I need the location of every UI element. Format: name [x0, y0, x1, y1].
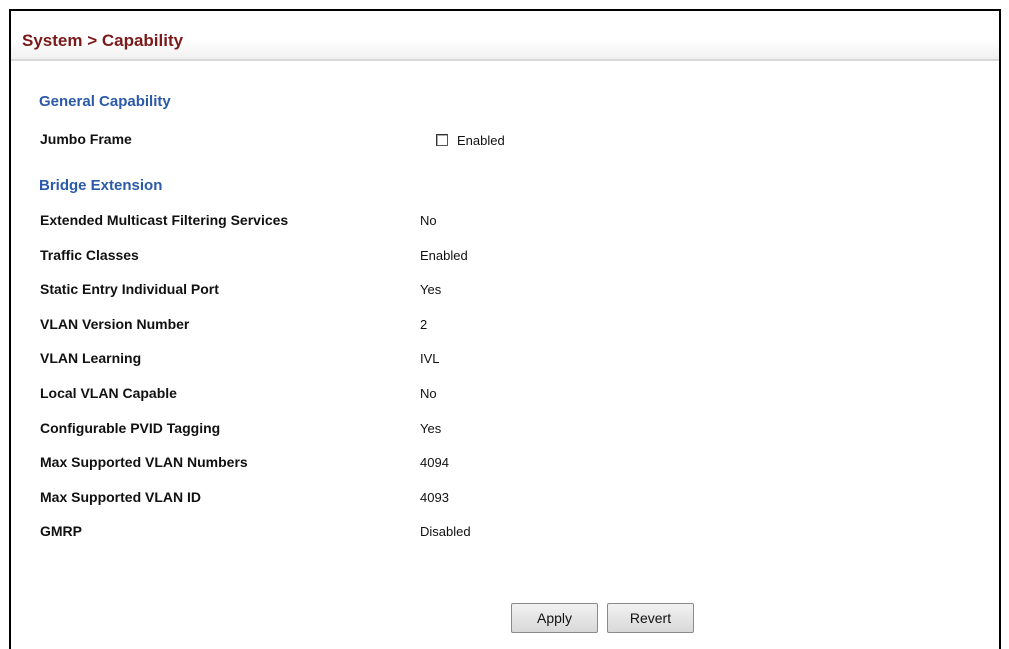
bridge-row-label: Traffic Classes — [40, 247, 139, 263]
apply-button[interactable]: Apply — [511, 603, 598, 633]
revert-button[interactable]: Revert — [607, 603, 694, 633]
bridge-row-label: Local VLAN Capable — [40, 385, 177, 401]
jumbo-frame-control[interactable]: Enabled — [436, 132, 505, 148]
bridge-row-label: Configurable PVID Tagging — [40, 420, 221, 436]
jumbo-frame-label: Jumbo Frame — [40, 131, 132, 147]
jumbo-frame-checkbox-label: Enabled — [457, 132, 505, 148]
bridge-row-label: Extended Multicast Filtering Services — [40, 212, 289, 228]
bridge-row-value: Enabled — [420, 248, 468, 263]
bridge-row-value: Yes — [420, 421, 442, 436]
bridge-row-label: VLAN Version Number — [40, 316, 190, 332]
bridge-extension-heading: Bridge Extension — [39, 177, 163, 194]
bridge-row-value: 4094 — [420, 455, 449, 470]
bridge-row-label: Static Entry Individual Port — [40, 281, 219, 297]
bridge-row-value: Yes — [420, 282, 442, 297]
capability-panel: System > Capability General Capability J… — [9, 9, 1001, 649]
bridge-row-value: 2 — [420, 317, 428, 332]
bridge-row-value: No — [420, 213, 437, 228]
bridge-row-label: Max Supported VLAN ID — [40, 489, 202, 505]
page-title: System > Capability — [22, 31, 184, 50]
jumbo-frame-checkbox[interactable] — [436, 134, 448, 146]
bridge-row-label: GMRP — [40, 523, 82, 539]
bridge-row-value: 4093 — [420, 490, 449, 505]
bridge-row-value: IVL — [420, 351, 440, 366]
general-capability-heading: General Capability — [39, 93, 171, 110]
bridge-row-value: Disabled — [420, 524, 471, 539]
bridge-row-label: Max Supported VLAN Numbers — [40, 454, 248, 470]
bridge-row-value: No — [420, 386, 437, 401]
bridge-row-label: VLAN Learning — [40, 350, 142, 366]
title-bar: System > Capability — [11, 11, 999, 61]
